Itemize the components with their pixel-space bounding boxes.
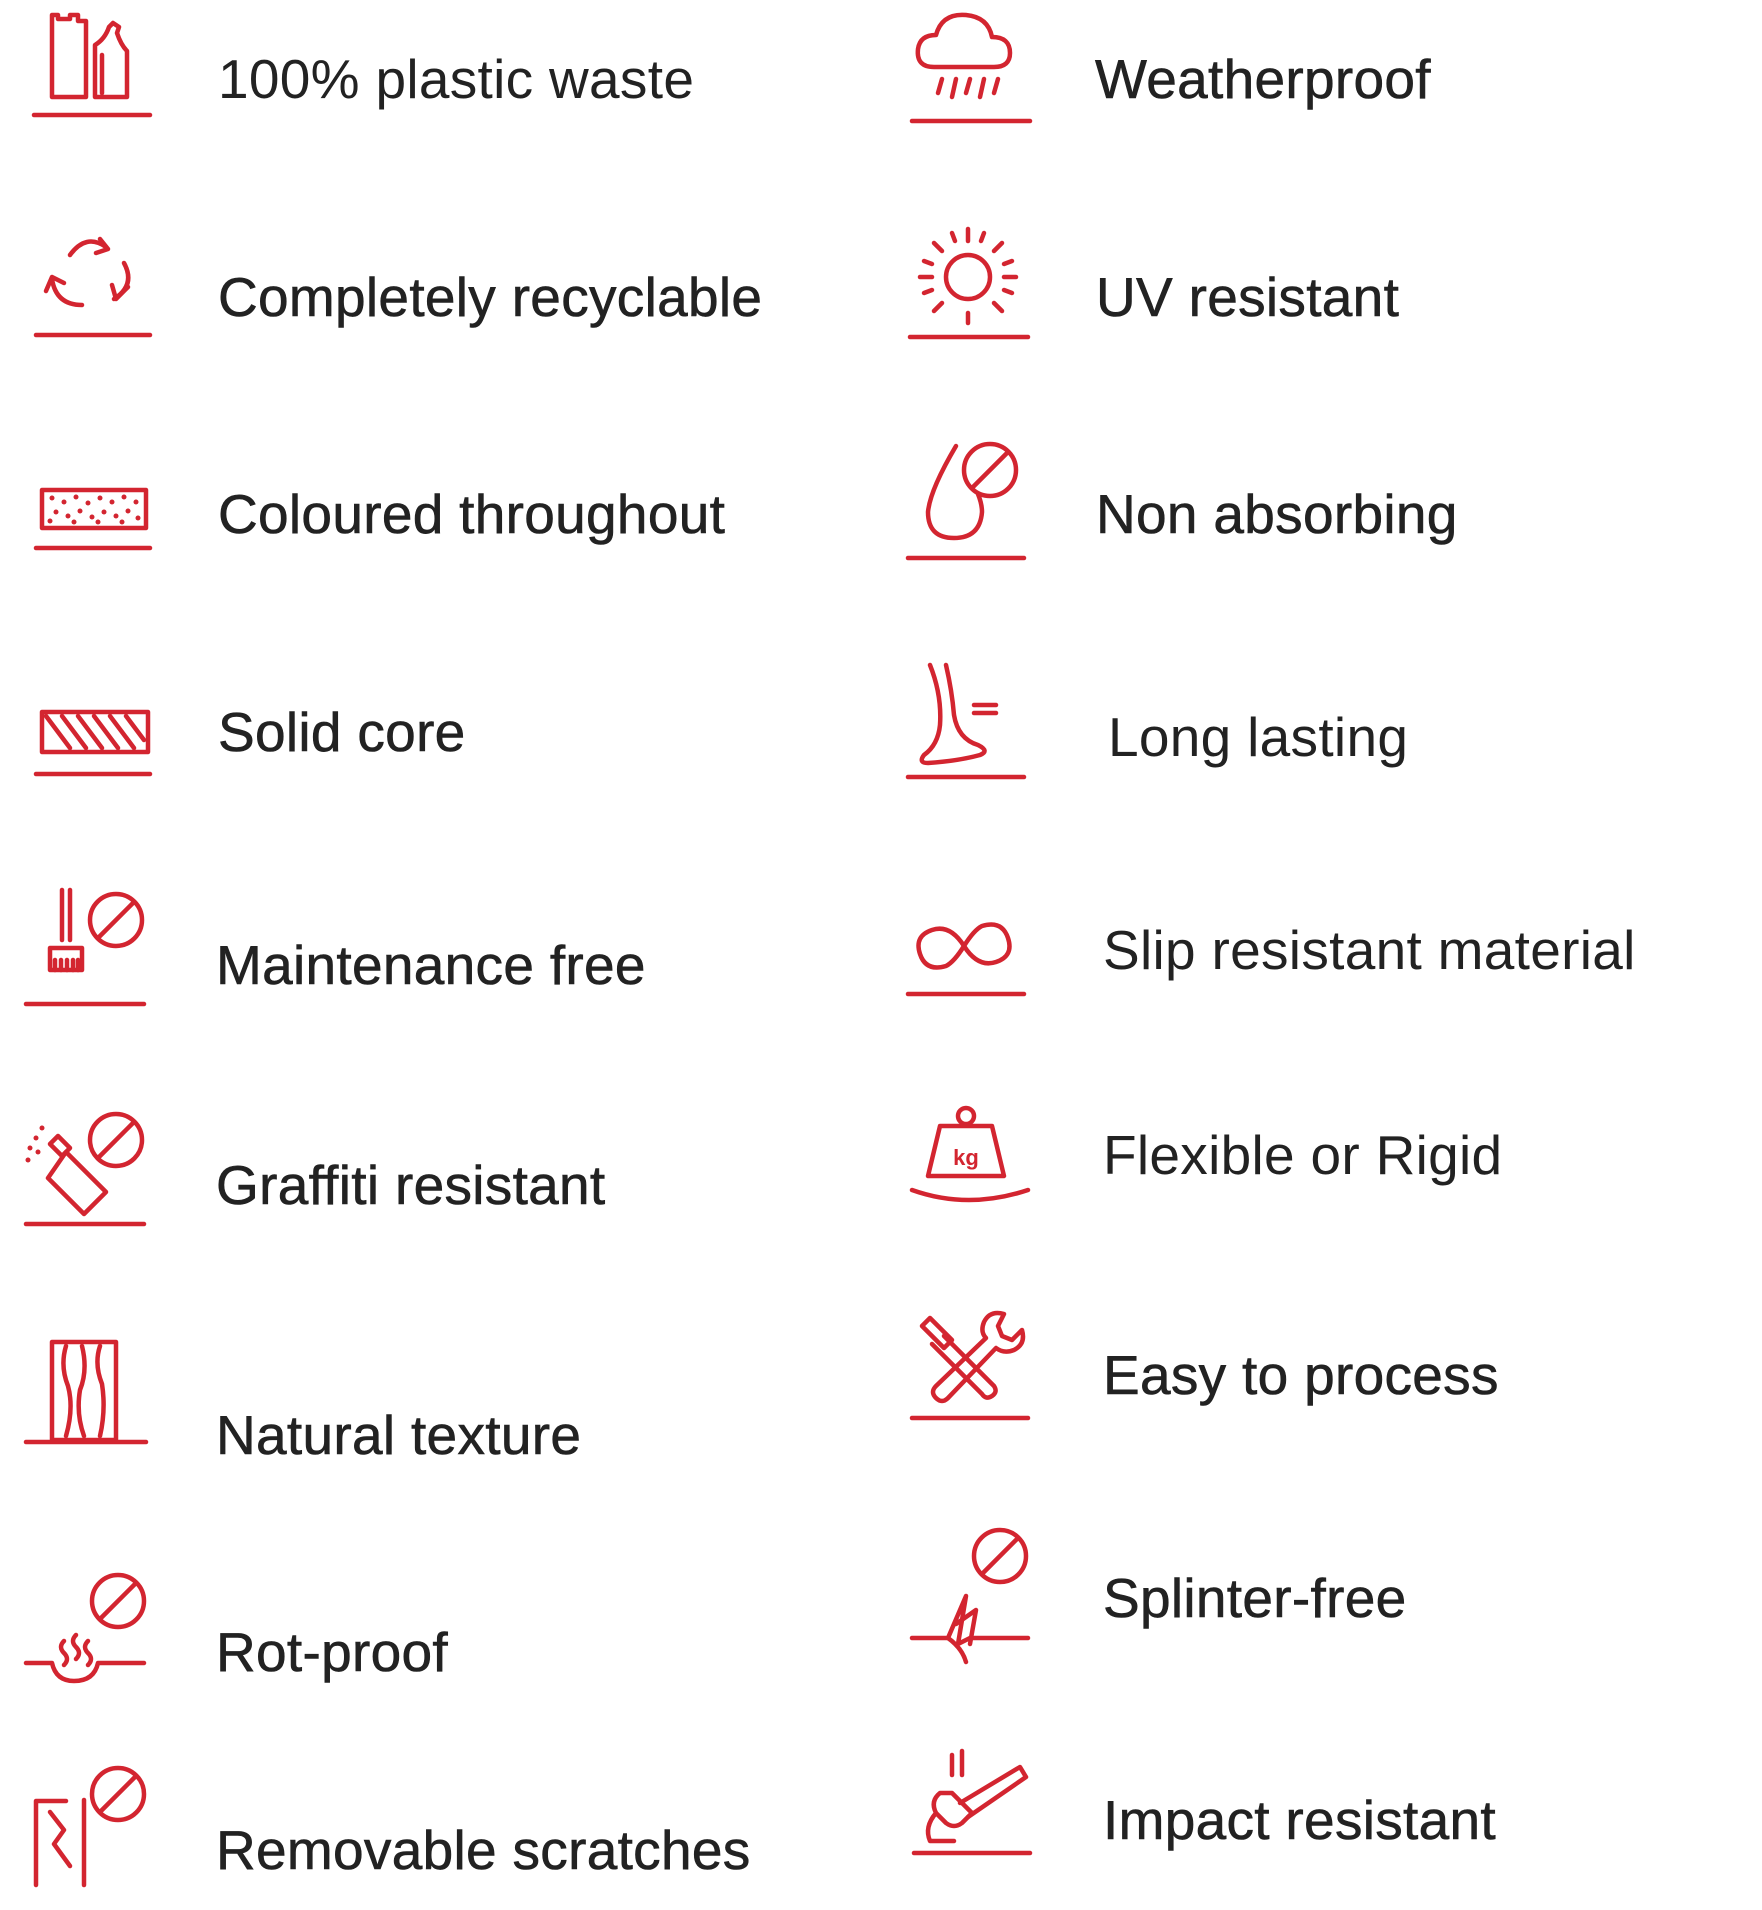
sun-icon — [900, 205, 1040, 355]
feature-label: Maintenance free — [216, 934, 646, 996]
feature-label: Impact resistant — [1103, 1789, 1496, 1851]
feature-label: Weatherproof — [1095, 48, 1431, 110]
feature-label: Graffiti resistant — [216, 1154, 606, 1216]
feature-label: Removable scratches — [216, 1819, 751, 1881]
feature-label: Completely recyclable — [218, 266, 763, 328]
infinity-icon — [900, 880, 1040, 1030]
wood-grain-icon — [20, 1330, 160, 1480]
speckled-board-icon — [20, 440, 160, 590]
feature-label: Splinter-free — [1103, 1567, 1407, 1629]
feature-label: Coloured throughout — [218, 483, 726, 545]
feature-label: 100% plastic waste — [218, 48, 695, 110]
splinter-prohibited-icon — [900, 1520, 1040, 1670]
feature-recyclable: Completely recyclable — [20, 205, 780, 355]
feature-splinter-free: Splinter-free — [900, 1520, 1740, 1670]
hammer-impact-icon — [900, 1745, 1040, 1895]
rot-prohibited-icon — [20, 1565, 160, 1715]
hammer-wrench-icon — [900, 1300, 1040, 1450]
feature-impact-resistant: Impact resistant — [900, 1745, 1740, 1885]
water-drop-prohibited-icon — [900, 440, 1040, 590]
feature-label: Easy to process — [1103, 1344, 1499, 1406]
feature-label: Natural texture — [216, 1404, 582, 1466]
feature-natural-texture: Natural texture — [20, 1330, 780, 1480]
plastic-bottles-icon — [20, 5, 160, 155]
feature-easy-process: Easy to process — [900, 1300, 1740, 1450]
kg-weight-icon: kg — [900, 1090, 1040, 1240]
feature-maintenance-free: Maintenance free — [20, 880, 780, 1030]
feature-rot-proof: Rot-proof — [20, 1565, 780, 1715]
feature-label: Non absorbing — [1096, 483, 1458, 545]
feature-label: Long lasting — [1108, 706, 1409, 768]
broom-prohibited-icon — [20, 880, 160, 1030]
feature-label: Rot-proof — [216, 1621, 448, 1683]
scratch-prohibited-icon — [20, 1760, 160, 1910]
feature-slip-resistant: Slip resistant material — [900, 880, 1740, 1030]
feature-coloured-throughout: Coloured throughout — [20, 440, 780, 590]
spray-can-prohibited-icon — [20, 1100, 160, 1250]
hatched-board-icon — [20, 660, 160, 810]
feature-weatherproof: Weatherproof — [900, 5, 1740, 155]
feature-removable-scratches: Removable scratches — [20, 1760, 780, 1888]
feature-uv-resistant: UV resistant — [900, 205, 1740, 355]
feature-label: Solid core — [218, 701, 466, 763]
recycle-icon — [20, 205, 160, 355]
feature-graffiti-resistant: Graffiti resistant — [20, 1100, 780, 1250]
feature-label: Flexible or Rigid — [1103, 1124, 1503, 1186]
feature-label: Slip resistant material — [1103, 919, 1636, 981]
svg-text:kg: kg — [953, 1145, 979, 1170]
feature-long-lasting: Long lasting — [900, 655, 1740, 805]
feature-plastic-waste: 100% plastic waste — [20, 5, 780, 155]
rain-cloud-icon — [900, 5, 1040, 155]
feature-label: UV resistant — [1096, 266, 1400, 328]
feature-non-absorbing: Non absorbing — [900, 440, 1740, 590]
foot-step-icon — [900, 655, 1040, 805]
feature-flexible-rigid: kg Flexible or Rigid — [900, 1090, 1740, 1240]
feature-solid-core: Solid core — [20, 660, 780, 810]
